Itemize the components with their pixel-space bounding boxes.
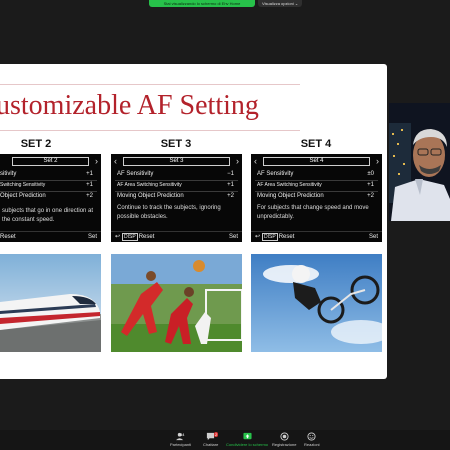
slide-title: ustomizable AF Setting: [0, 90, 259, 121]
chevron-left-icon: ‹: [254, 156, 257, 166]
participants-count: 44: [180, 432, 185, 437]
chat-badge: 2: [214, 432, 219, 437]
chevron-right-icon: ›: [376, 156, 379, 166]
screen-share-banner: Stai visualizzando lo schermo di Ehv Hom…: [149, 0, 255, 7]
set-4-description: For subjects that change speed and move …: [257, 205, 369, 220]
set-3-heading: SET 3: [160, 138, 192, 150]
set-2-screen-label: Set 2: [12, 157, 89, 166]
record-button[interactable]: Registrazione: [272, 432, 296, 447]
set-3-screen-label: Set 3: [123, 157, 230, 166]
disp-key: DISP: [122, 233, 138, 241]
chevron-right-icon: ›: [236, 156, 239, 166]
set-2-set: Set: [87, 234, 97, 240]
set-4-row-3: Moving Object Prediction +2: [257, 193, 374, 199]
chevron-right-icon: ›: [95, 156, 98, 166]
disp-key: DISP: [262, 233, 278, 241]
set-3-row-2: AF Area Switching Sensitivity +1: [117, 182, 234, 188]
share-screen-button[interactable]: Condividere lo schermo: [226, 432, 268, 447]
title-rule-bottom: [0, 130, 300, 131]
participants-button[interactable]: 44 Partecipanti: [170, 432, 191, 447]
title-rule-top: [0, 84, 300, 85]
record-icon: [280, 432, 289, 441]
view-options-button[interactable]: Visualizza opzioni ⌄: [258, 0, 303, 7]
set-2-row-3: Object Prediction +2: [0, 193, 93, 199]
set-4-heading: SET 4: [300, 138, 332, 150]
set-3-row-3: Moving Object Prediction +2: [117, 193, 234, 199]
chevron-left-icon: ‹: [114, 156, 117, 166]
set-2-row-2: Switching Sensitivity +1: [0, 182, 93, 188]
participant-video-tile[interactable]: [389, 103, 450, 221]
set-4-reset: ↩ DISP Reset: [255, 233, 295, 241]
set-4-row-1: AF Sensitivity ±0: [257, 171, 374, 177]
set-4-row-2: AF Area Switching Sensitivity +1: [257, 182, 374, 188]
camera-screen-set-2: Set 2 › sitivity +1 Switching Sensitivity…: [0, 154, 101, 242]
participants-label: Partecipanti: [170, 442, 192, 447]
set-2-row-1: sitivity +1: [0, 171, 93, 177]
camera-screen-set-3: ‹ Set 3 › AF Sensitivity −1 AF Area Switc…: [111, 154, 242, 242]
set-3-set: Set: [228, 234, 238, 240]
return-icon: ↩: [255, 234, 261, 240]
chat-button[interactable]: 2 Chattare: [203, 432, 218, 447]
camera-screen-set-4: ‹ Set 4 › AF Sensitivity ±0 AF Area Switc…: [251, 154, 382, 242]
share-screen-label: Condividere lo schermo: [226, 442, 269, 447]
set-4-screen-label: Set 4: [263, 157, 370, 166]
set-2-description: subjects that go in one direction at the…: [2, 208, 94, 223]
record-label: Registrazione: [272, 442, 297, 447]
chat-label: Chattare: [203, 442, 219, 447]
set-2-reset: Reset: [0, 234, 16, 240]
reactions-label: Reazioni: [304, 442, 320, 447]
share-screen-icon: [242, 432, 252, 440]
return-icon: ↩: [115, 234, 121, 240]
set-3-row-1: AF Sensitivity −1: [117, 171, 234, 177]
soccer-photo: [111, 254, 242, 352]
reactions-icon: [307, 432, 316, 441]
set-2-heading: SET 2: [20, 138, 52, 150]
reactions-button[interactable]: Reazioni: [304, 432, 320, 447]
meeting-top-bar: Stai visualizzando lo schermo di Ehv Hom…: [0, 0, 450, 10]
set-3-reset: ↩ DISP Reset: [115, 233, 155, 241]
shared-slide: ustomizable AF Setting SET 2 SET 3 SET 4…: [0, 64, 387, 379]
train-photo: [0, 254, 101, 352]
set-3-description: Continue to track the subjects, ignoring…: [117, 205, 221, 220]
set-4-set: Set: [368, 234, 378, 240]
meeting-toolbar: 44 Partecipanti 2 Chattare Condividere l…: [0, 430, 450, 450]
bmx-photo: [251, 254, 382, 352]
